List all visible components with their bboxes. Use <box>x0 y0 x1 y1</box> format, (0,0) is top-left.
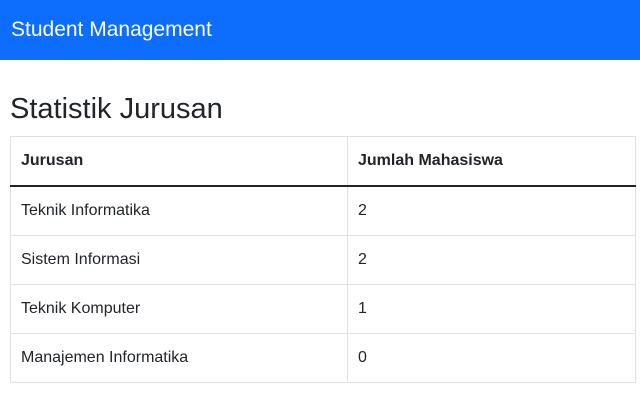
cell-jurusan: Teknik Informatika <box>10 185 348 236</box>
column-header-jurusan: Jurusan <box>10 136 348 187</box>
table-row: Manajemen Informatika 0 <box>10 333 636 383</box>
statistics-table: Jurusan Jumlah Mahasiswa Teknik Informat… <box>10 136 636 383</box>
cell-jumlah-mahasiswa: 0 <box>347 333 636 383</box>
table-header: Jurusan Jumlah Mahasiswa <box>10 136 636 187</box>
table-row: Sistem Informasi 2 <box>10 235 636 285</box>
column-header-jumlah-mahasiswa: Jumlah Mahasiswa <box>347 136 636 187</box>
page-title: Statistik Jurusan <box>10 93 223 125</box>
table-row: Teknik Informatika 2 <box>10 185 636 236</box>
navbar: Student Management <box>0 0 640 60</box>
table-header-row: Jurusan Jumlah Mahasiswa <box>10 136 636 187</box>
cell-jumlah-mahasiswa: 1 <box>347 284 636 334</box>
cell-jurusan: Manajemen Informatika <box>10 333 348 383</box>
table-body: Teknik Informatika 2 Sistem Informasi 2 … <box>10 185 636 383</box>
navbar-brand-link[interactable]: Student Management <box>11 18 212 42</box>
table-row: Teknik Komputer 1 <box>10 284 636 334</box>
cell-jumlah-mahasiswa: 2 <box>347 185 636 236</box>
cell-jumlah-mahasiswa: 2 <box>347 235 636 285</box>
cell-jurusan: Sistem Informasi <box>10 235 348 285</box>
cell-jurusan: Teknik Komputer <box>10 284 348 334</box>
statistics-table-container: Jurusan Jumlah Mahasiswa Teknik Informat… <box>10 136 636 383</box>
